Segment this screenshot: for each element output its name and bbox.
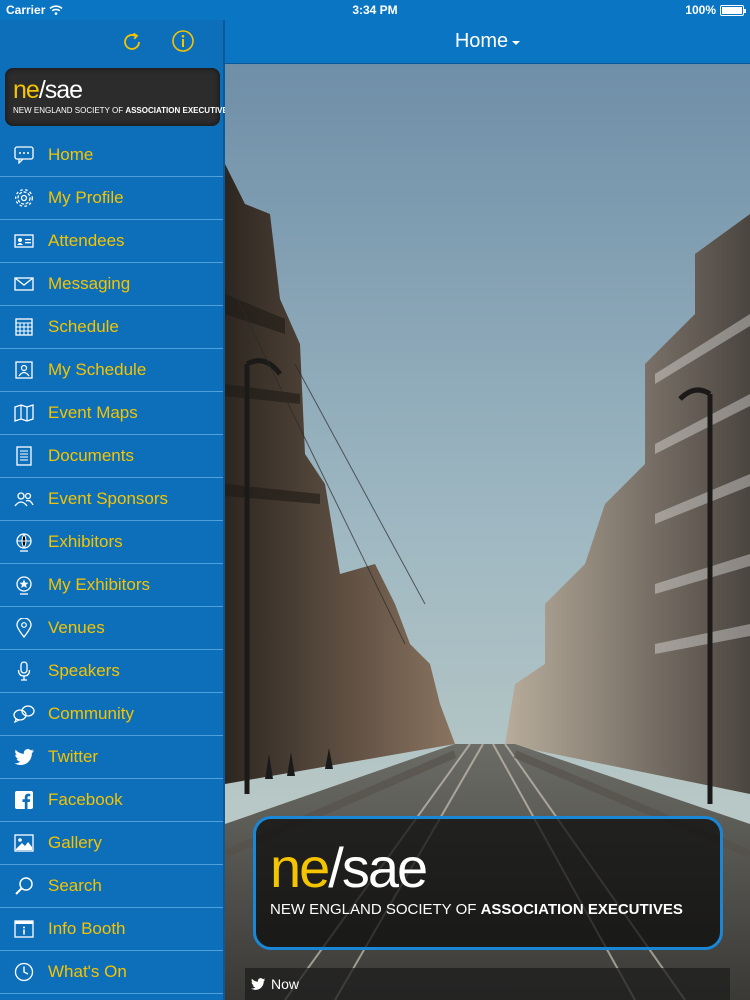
- nav-bar: Home: [225, 20, 750, 64]
- sidebar: ne/sae NEW ENGLAND SOCIETY OF ASSOCIATIO…: [0, 20, 234, 1000]
- sidebar-item-label: Attendees: [48, 231, 125, 250]
- sidebar-item-label: Exhibitors: [48, 532, 123, 551]
- sidebar-menu: Home My Profile Attendees Messaging Sche…: [0, 134, 223, 994]
- sidebar-item-venues[interactable]: Venues: [0, 607, 223, 650]
- page-title-dropdown[interactable]: Home: [454, 30, 521, 53]
- sidebar-item-label: Info Booth: [48, 919, 126, 938]
- nesae-tagline: NEW ENGLAND SOCIETY OF ASSOCIATION EXECU…: [270, 901, 683, 918]
- sidebar-item-label: What's On: [48, 962, 127, 981]
- calendar-icon: [13, 316, 35, 338]
- sidebar-item-info-booth[interactable]: Info Booth: [0, 908, 223, 951]
- nesae-wordmark: ne/sae: [13, 76, 83, 104]
- status-time: 3:34 PM: [352, 3, 398, 17]
- nesae-tagline: NEW ENGLAND SOCIETY OF ASSOCIATION EXECU…: [13, 106, 234, 115]
- battery-icon: [720, 4, 746, 16]
- sidebar-item-event-maps[interactable]: Event Maps: [0, 392, 223, 435]
- sidebar-item-label: Documents: [48, 446, 134, 465]
- sidebar-item-label: Gallery: [48, 833, 102, 852]
- chat-bubbles-icon: [13, 703, 35, 725]
- sidebar-item-label: Community: [48, 704, 134, 723]
- sidebar-item-documents[interactable]: Documents: [0, 435, 223, 478]
- gear-icon: [13, 187, 35, 209]
- home-chat-icon: [13, 144, 35, 166]
- sidebar-item-attendees[interactable]: Attendees: [0, 220, 223, 263]
- sidebar-item-label: Event Maps: [48, 403, 138, 422]
- tweet-ticker[interactable]: Now: [245, 968, 730, 1000]
- sidebar-item-exhibitors[interactable]: Exhibitors: [0, 521, 223, 564]
- sidebar-item-speakers[interactable]: Speakers: [0, 650, 223, 693]
- battery-indicator: 100%: [685, 3, 746, 17]
- globe-icon: [13, 531, 35, 553]
- sidebar-item-event-sponsors[interactable]: Event Sponsors: [0, 478, 223, 521]
- sidebar-item-facebook[interactable]: Facebook: [0, 779, 223, 822]
- map-icon: [13, 402, 35, 424]
- clock-icon: [13, 961, 35, 983]
- sidebar-item-label: Twitter: [48, 747, 99, 766]
- twitter-icon: [13, 746, 35, 768]
- caret-down-icon: [512, 40, 521, 45]
- sidebar-item-label: Search: [48, 876, 102, 895]
- envelope-icon: [13, 273, 35, 295]
- page-title: Home: [454, 30, 509, 52]
- people-icon: [13, 488, 35, 510]
- image-icon: [13, 832, 35, 854]
- facebook-icon: [13, 789, 35, 811]
- sidebar-item-my-exhibitors[interactable]: My Exhibitors: [0, 564, 223, 607]
- info-icon[interactable]: [171, 29, 195, 53]
- sidebar-item-my-profile[interactable]: My Profile: [0, 177, 223, 220]
- tweet-time: Now: [271, 976, 300, 992]
- sidebar-item-gallery[interactable]: Gallery: [0, 822, 223, 865]
- sidebar-item-label: Facebook: [48, 790, 123, 809]
- main-content: Home ne/sae NEW ENGLAND SOCIETY OF ASSOC…: [225, 20, 750, 1000]
- refresh-icon[interactable]: [120, 30, 144, 54]
- sidebar-toolbar: [0, 20, 223, 64]
- sidebar-item-label: My Schedule: [48, 360, 147, 379]
- status-bar: Carrier 3:34 PM 100%: [0, 0, 750, 20]
- sidebar-item-label: Venues: [48, 618, 105, 637]
- sidebar-item-search[interactable]: Search: [0, 865, 223, 908]
- sidebar-item-label: Messaging: [48, 274, 131, 293]
- sidebar-item-community[interactable]: Community: [0, 693, 223, 736]
- sidebar-item-whats-on[interactable]: What's On: [0, 951, 223, 994]
- nesae-overlay-logo: ne/sae NEW ENGLAND SOCIETY OF ASSOCIATIO…: [253, 816, 723, 950]
- sidebar-item-label: Speakers: [48, 661, 120, 680]
- sidebar-item-home[interactable]: Home: [0, 134, 223, 177]
- sidebar-item-my-schedule[interactable]: My Schedule: [0, 349, 223, 392]
- info-booth-icon: [13, 918, 35, 940]
- sidebar-item-schedule[interactable]: Schedule: [0, 306, 223, 349]
- sidebar-item-label: My Profile: [48, 188, 124, 207]
- id-card-icon: [13, 230, 35, 252]
- sidebar-item-label: Home: [48, 145, 94, 164]
- sidebar-item-label: Event Sponsors: [48, 489, 169, 508]
- sidebar-item-messaging[interactable]: Messaging: [0, 263, 223, 306]
- microphone-icon: [13, 660, 35, 682]
- twitter-icon: [251, 978, 265, 990]
- sidebar-logo: ne/sae NEW ENGLAND SOCIETY OF ASSOCIATIO…: [5, 68, 234, 126]
- map-pin-icon: [13, 617, 35, 639]
- star-globe-icon: [13, 574, 35, 596]
- sidebar-item-twitter[interactable]: Twitter: [0, 736, 223, 779]
- battery-percent: 100%: [685, 3, 716, 17]
- search-icon: [13, 875, 35, 897]
- user-calendar-icon: [13, 359, 35, 381]
- sidebar-item-label: Schedule: [48, 317, 119, 336]
- sidebar-item-label: My Exhibitors: [48, 575, 151, 594]
- nesae-wordmark: ne/sae: [270, 836, 428, 899]
- document-icon: [13, 445, 35, 467]
